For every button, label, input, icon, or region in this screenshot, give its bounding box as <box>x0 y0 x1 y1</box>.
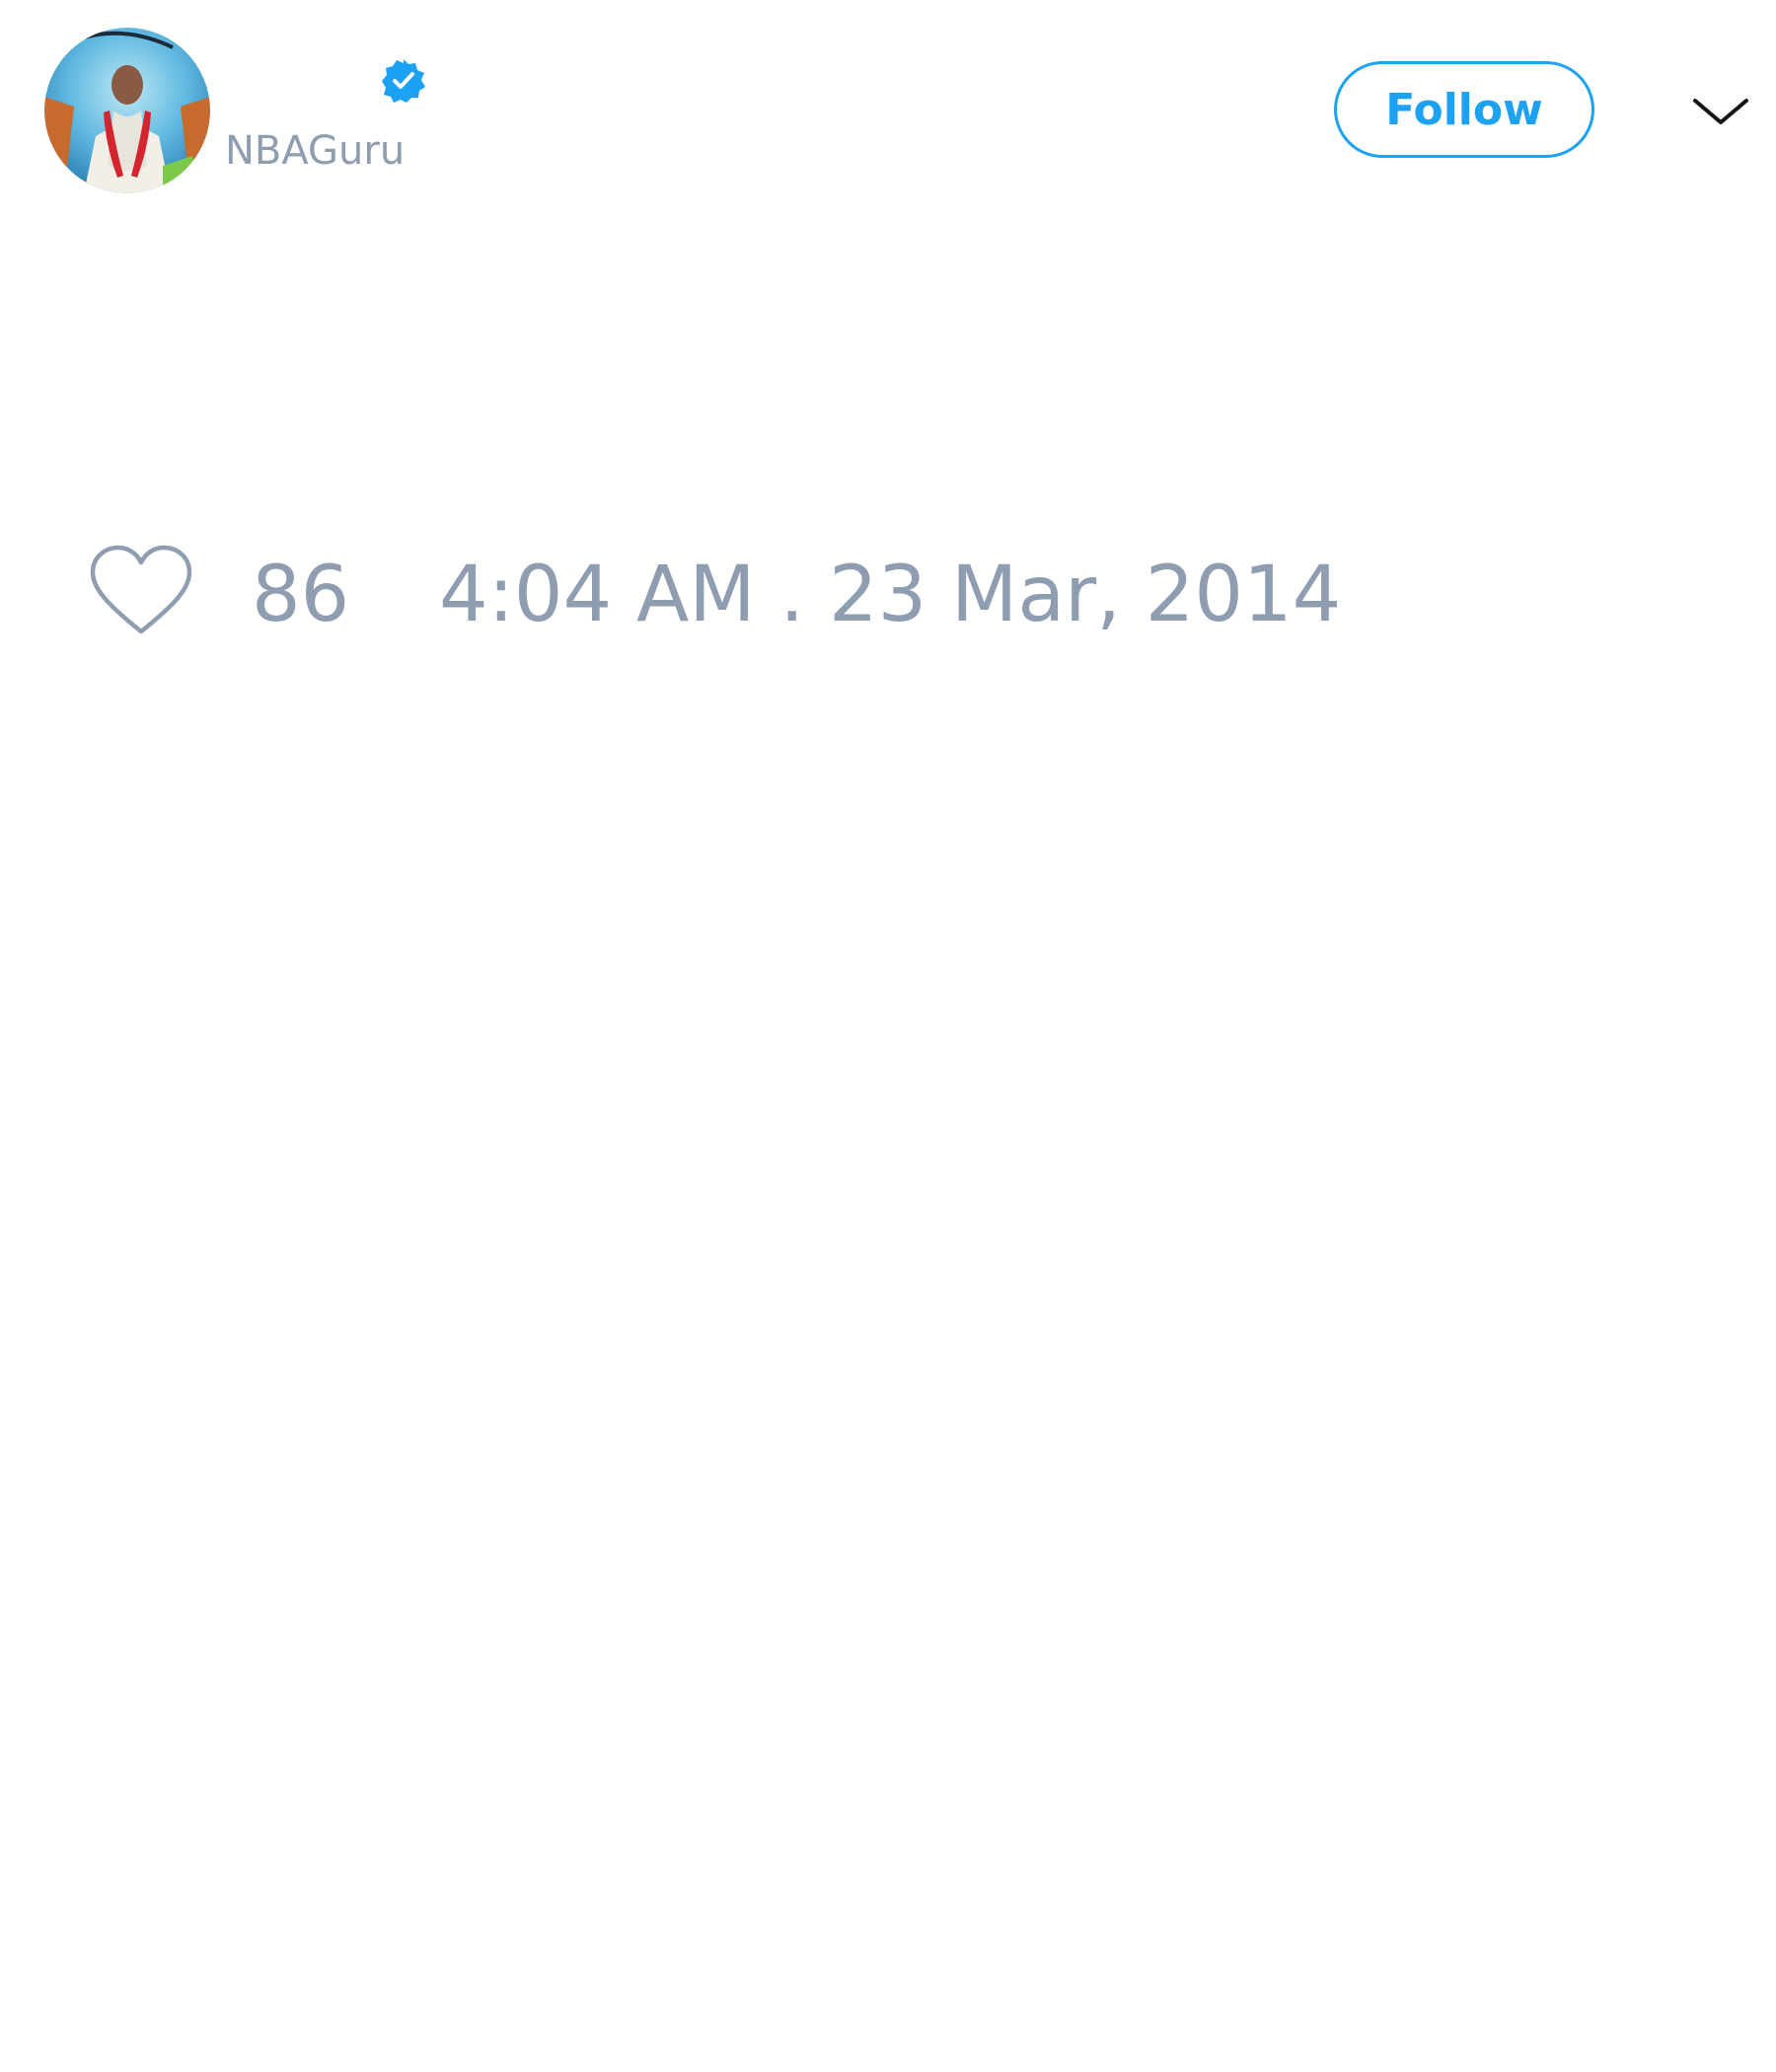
tweet-timestamp[interactable]: 4:04 AM . 23 Mar, 2014 <box>439 551 1341 639</box>
follow-button[interactable]: Follow <box>1334 61 1594 158</box>
chevron-down-icon[interactable] <box>1689 89 1752 132</box>
heart-outline-icon[interactable] <box>87 543 195 641</box>
avatar[interactable] <box>44 28 210 193</box>
like-count: 86 <box>252 551 350 639</box>
user-handle[interactable]: NBAGuru <box>225 126 405 176</box>
tweet-header: NBAGuru Follow <box>0 0 1776 217</box>
verified-badge-icon <box>382 59 425 103</box>
tweet-footer: 86 4:04 AM . 23 Mar, 2014 <box>0 533 1776 651</box>
